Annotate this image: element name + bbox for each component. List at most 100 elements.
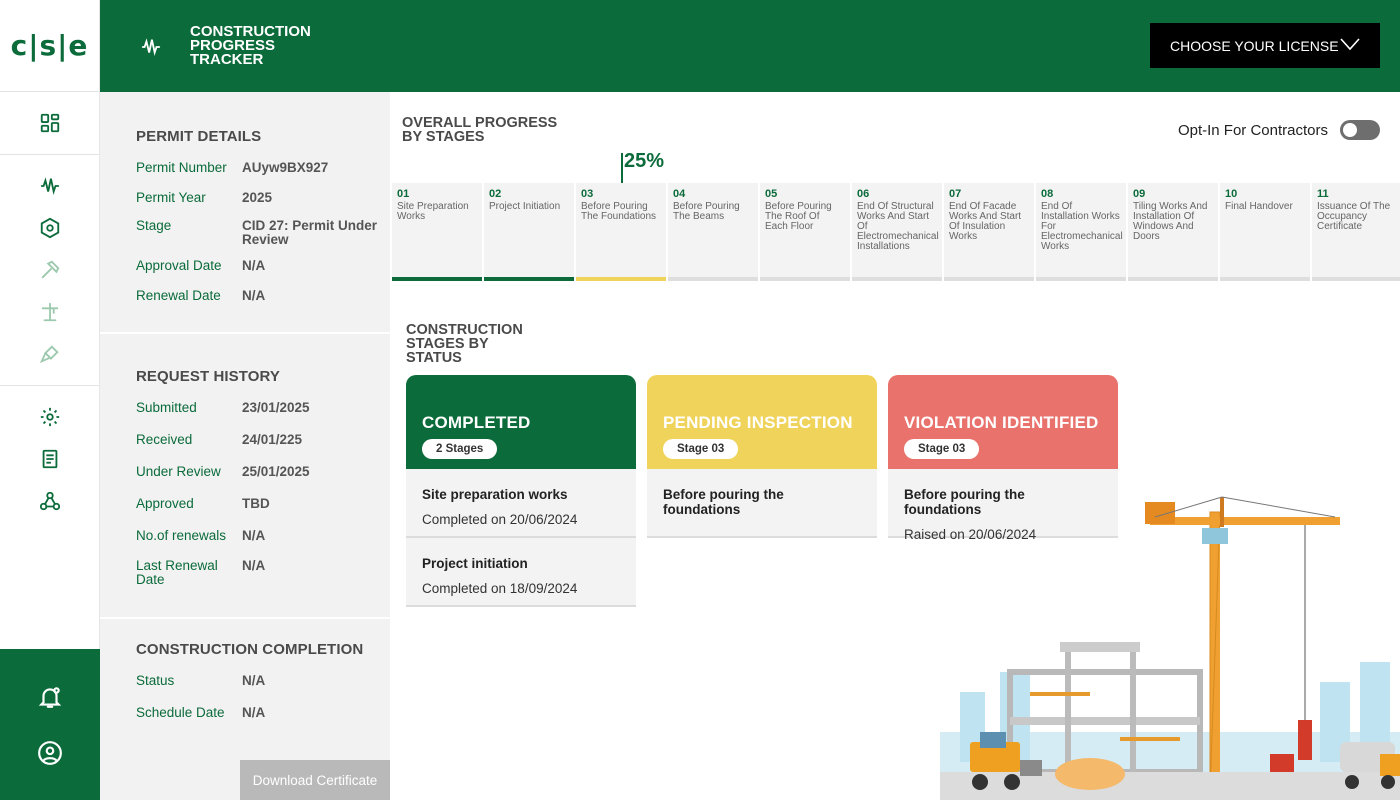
- stage-name: End Of Structural Works And Start Of Ele…: [857, 201, 939, 252]
- detail-label: Last Renewal Date: [136, 558, 218, 587]
- detail-label: Under Review: [136, 464, 221, 479]
- status-card-item[interactable]: Before pouring the foundations: [647, 469, 877, 538]
- left-nav-rail: c|s|e: [0, 0, 100, 800]
- dashboard-icon[interactable]: [0, 102, 99, 144]
- choose-license-button[interactable]: CHOOSE YOUR LICENSE: [1150, 23, 1380, 68]
- stage-tile[interactable]: 01 Site Preparation Works: [392, 183, 482, 281]
- stage-tile[interactable]: 02 Project Initiation: [484, 183, 574, 281]
- detail-value: N/A: [242, 528, 266, 543]
- notification-bell-icon[interactable]: [37, 684, 63, 710]
- construction-completion-title: CONSTRUCTION COMPLETION: [136, 641, 364, 658]
- stage-tile[interactable]: 10 Final Handover: [1220, 183, 1310, 281]
- detail-value: CID 27: Permit Under Review: [242, 218, 378, 247]
- stage-progress-bar: [944, 277, 1034, 281]
- network-icon[interactable]: [0, 480, 99, 522]
- stage-number: 10: [1225, 188, 1238, 200]
- stage-progress-bar: [576, 277, 666, 281]
- detail-value: N/A: [242, 258, 266, 273]
- detail-value: N/A: [242, 673, 266, 688]
- stage-number: 06: [857, 188, 870, 200]
- status-card-item[interactable]: Site preparation works Completed on 20/06…: [406, 469, 636, 538]
- opt-in-label: Opt-In For Contractors: [1177, 121, 1328, 139]
- detail-label: Approved: [136, 496, 194, 511]
- detail-value: 25/01/2025: [242, 464, 310, 479]
- detail-value: N/A: [242, 288, 266, 303]
- detail-value: N/A: [242, 558, 266, 573]
- detail-label: Stage: [136, 218, 172, 233]
- details-panel: PERMIT DETAILS Permit Number AUyw9BX927 P…: [100, 92, 390, 800]
- detail-row: Permit Number AUyw9BX927: [136, 161, 390, 175]
- overall-progress-title: OVERALL PROGRESS BY STAGES: [402, 115, 558, 145]
- progress-wave-icon[interactable]: [0, 165, 99, 207]
- stage-tile[interactable]: 04 Before Pouring The Beams: [668, 183, 758, 281]
- detail-row: Submitted 23/01/2025: [136, 401, 390, 415]
- status-item-title: Before pouring the foundations: [663, 487, 784, 517]
- detail-label: No.of renewals: [136, 528, 227, 543]
- nav-group-3: [0, 386, 99, 532]
- hexagon-settings-icon[interactable]: [0, 207, 99, 249]
- stages-timeline: 01 Site Preparation Works 02 Project Initia…: [392, 183, 1400, 281]
- download-certificate-button[interactable]: Download Certificate: [240, 760, 390, 800]
- user-profile-icon[interactable]: [37, 740, 63, 766]
- detail-label: Received: [136, 432, 193, 447]
- stage-progress-bar: [392, 277, 482, 281]
- crane-icon[interactable]: [0, 291, 99, 333]
- stage-name: End Of Facade Works And Start Of Insulat…: [949, 201, 1022, 242]
- status-card-badge: Stage 03: [663, 439, 739, 459]
- overall-progress-percent: 25%: [624, 150, 665, 172]
- stage-progress-bar: [1312, 277, 1400, 281]
- status-card: PENDING INSPECTION Stage 03 Before pouring…: [647, 375, 877, 607]
- stage-tile[interactable]: 11 Issuance Of The Occupancy Certificate: [1312, 183, 1400, 281]
- detail-value: 23/01/2025: [242, 400, 310, 415]
- stage-tile[interactable]: 08 End Of Installation Works For Electrom…: [1036, 183, 1126, 281]
- nav-group-2: [0, 155, 99, 386]
- hammer-icon[interactable]: [0, 249, 99, 291]
- cse-logo[interactable]: c|s|e: [0, 0, 99, 92]
- stage-number: 11: [1317, 188, 1329, 200]
- stage-tile[interactable]: 06 End Of Structural Works And Start Of E…: [852, 183, 942, 281]
- detail-row: Permit Year 2025: [136, 191, 390, 205]
- stage-name: Issuance Of The Occupancy Certificate: [1317, 201, 1391, 232]
- detail-row: Stage CID 27: Permit Under Review: [136, 219, 390, 247]
- stage-tile[interactable]: 03 Before Pouring The Foundations: [576, 183, 666, 281]
- detail-label: Schedule Date: [136, 705, 225, 720]
- app-title: CONSTRUCTION PROGRESS TRACKER: [190, 23, 311, 68]
- status-card-badge: Stage 03: [904, 439, 980, 459]
- stage-number: 09: [1133, 188, 1146, 200]
- detail-label: Permit Year: [136, 190, 206, 205]
- request-history-section: REQUEST HISTORY Submitted 23/01/2025 Rece…: [100, 334, 390, 619]
- detail-row: Received 24/01/225: [136, 433, 390, 447]
- detail-label: Submitted: [136, 400, 197, 415]
- status-card-title: PENDING INSPECTION: [663, 413, 853, 432]
- detail-row: Last Renewal Date N/A: [136, 559, 390, 587]
- nav-group-1: [0, 92, 99, 155]
- detail-value: 2025: [242, 190, 273, 205]
- gear-icon[interactable]: [0, 396, 99, 438]
- stage-progress-bar: [760, 277, 850, 281]
- detail-value: N/A: [242, 705, 266, 720]
- construction-completion-section: CONSTRUCTION COMPLETION Status N/A Schedu…: [100, 619, 390, 720]
- status-item-subtitle: Completed on 18/09/2024: [422, 581, 578, 596]
- opt-in-toggle[interactable]: [1340, 120, 1380, 140]
- stage-name: Tiling Works And Installation Of Windows…: [1133, 201, 1208, 242]
- stage-number: 01: [397, 188, 410, 200]
- stage-tile[interactable]: 05 Before Pouring The Roof Of Each Floor: [760, 183, 850, 281]
- stages-by-status-title: CONSTRUCTION STAGES BY STATUS: [406, 322, 523, 366]
- status-card-title: COMPLETED: [422, 413, 531, 432]
- paint-brush-icon[interactable]: [0, 333, 99, 375]
- stage-number: 02: [489, 188, 502, 200]
- detail-label: Permit Number: [136, 160, 227, 175]
- permit-details-title: PERMIT DETAILS: [136, 128, 262, 145]
- stage-name: Before Pouring The Foundations: [581, 201, 657, 222]
- stage-progress-bar: [484, 277, 574, 281]
- stage-progress-bar: [1128, 277, 1218, 281]
- document-icon[interactable]: [0, 438, 99, 480]
- stage-tile[interactable]: 09 Tiling Works And Installation Of Windo…: [1128, 183, 1218, 281]
- status-card-item[interactable]: Project initiation Completed on 18/09/202…: [406, 538, 636, 607]
- choose-license-label: CHOOSE YOUR LICENSE: [1170, 37, 1339, 54]
- stage-tile[interactable]: 07 End Of Facade Works And Start Of Insul…: [944, 183, 1034, 281]
- status-item-subtitle: Completed on 20/06/2024: [422, 512, 578, 527]
- status-card-header: PENDING INSPECTION Stage 03: [647, 375, 877, 469]
- detail-value: 24/01/225: [242, 432, 303, 447]
- stage-progress-bar: [852, 277, 942, 281]
